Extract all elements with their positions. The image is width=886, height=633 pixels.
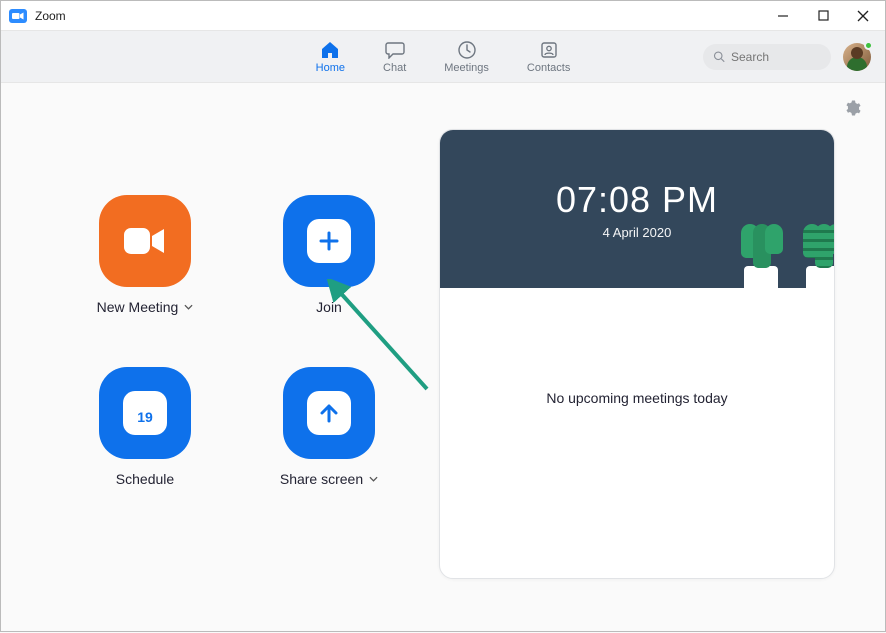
contacts-icon [538,40,560,60]
window-maximize-button[interactable] [815,8,831,24]
join-label: Join [316,299,342,315]
nav-contacts-label: Contacts [527,62,570,74]
chat-icon [384,40,406,60]
window-title: Zoom [35,9,66,23]
zoom-app-icon [9,9,27,23]
search-field[interactable] [703,44,831,70]
settings-button[interactable] [843,99,861,122]
nav-contacts[interactable]: Contacts [527,40,570,74]
time-banner: 07:08 PM 4 April 2020 [440,130,834,288]
arrow-up-icon [307,391,351,435]
calendar-icon: 19 [123,391,167,435]
home-icon [319,40,341,60]
window-titlebar: Zoom [1,1,885,31]
share-screen-label: Share screen [280,471,363,487]
nav-home-label: Home [316,62,345,74]
nav-meetings[interactable]: Meetings [444,40,489,74]
nav-home[interactable]: Home [316,40,345,74]
schedule-button[interactable]: 19 [99,367,191,459]
nav-chat-label: Chat [383,62,406,74]
new-meeting-button[interactable] [99,195,191,287]
share-screen-button[interactable] [283,367,375,459]
plus-icon [307,219,351,263]
current-time: 07:08 PM [556,179,718,221]
search-input[interactable] [731,50,821,64]
clock-icon [456,40,478,60]
plant-decoration [744,224,780,288]
share-screen-dropdown[interactable] [369,474,378,484]
schedule-label: Schedule [116,471,174,487]
home-content: New Meeting Join [1,83,885,633]
window-minimize-button[interactable] [775,8,791,24]
current-date: 4 April 2020 [603,225,672,240]
plant-decoration [806,224,834,288]
presence-indicator [864,41,873,50]
nav-meetings-label: Meetings [444,62,489,74]
no-meetings-text: No upcoming meetings today [440,390,834,406]
main-toolbar: Home Chat Meetings Contacts [1,31,885,83]
new-meeting-label: New Meeting [97,299,179,315]
chevron-down-icon [184,304,193,310]
video-icon [122,224,168,258]
window-close-button[interactable] [855,8,871,24]
meetings-panel: 07:08 PM 4 April 2020 No upcoming meetin… [439,129,835,579]
chevron-down-icon [369,476,378,482]
calendar-day: 19 [137,409,153,425]
join-button[interactable] [283,195,375,287]
new-meeting-dropdown[interactable] [184,302,193,312]
search-icon [713,50,725,63]
nav-chat[interactable]: Chat [383,40,406,74]
